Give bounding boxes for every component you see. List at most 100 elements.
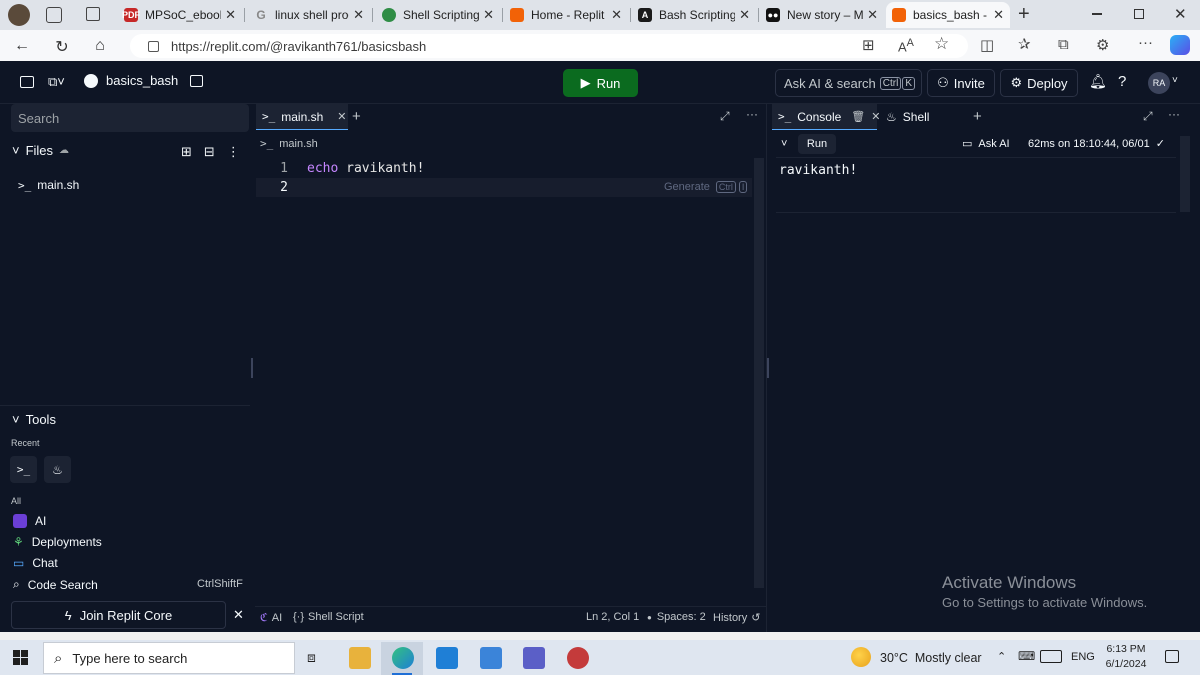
invite-button[interactable]: ⚇ Invite	[927, 69, 995, 97]
task-view-icon[interactable]: ⧈	[307, 649, 316, 666]
clock-time[interactable]: 6:13 PM	[1104, 643, 1148, 655]
favorites-icon[interactable]: ✰	[1018, 35, 1031, 53]
mail-icon[interactable]	[436, 647, 458, 669]
tools-header[interactable]: ˅ Tools	[12, 412, 56, 427]
windows-start-icon[interactable]	[13, 650, 28, 665]
status-history[interactable]: History ↺	[713, 611, 760, 625]
chevron-down-icon[interactable]: ˅	[781, 138, 787, 150]
ask-ai-search[interactable]: Ask AI & search Ctrl K	[775, 69, 922, 97]
close-icon[interactable]: ✕	[233, 607, 244, 623]
status-language[interactable]: {·} Shell Script	[293, 611, 364, 623]
clock-date[interactable]: 6/1/2024	[1100, 658, 1152, 670]
read-aloud-icon[interactable]: AA	[898, 37, 914, 54]
tab-console[interactable]: >_ Console 🗑︎ ✕	[772, 104, 880, 130]
tool-ai[interactable]: AI	[13, 514, 46, 528]
bell-icon[interactable]: 🔔︎	[1089, 73, 1107, 90]
deploy-button[interactable]: ⚙ Deploy	[1000, 69, 1078, 97]
files-header[interactable]: ˅ Files ☁	[12, 143, 69, 158]
close-icon[interactable]: ✕	[867, 7, 878, 23]
sidebar-search[interactable]: Search	[11, 104, 249, 132]
split-screen-icon[interactable]: ◫	[980, 36, 994, 54]
run-button[interactable]: ▶ Run	[563, 69, 638, 97]
edge-icon[interactable]	[392, 647, 414, 669]
new-folder-icon[interactable]: ⊟	[204, 144, 215, 160]
resize-handle[interactable]	[251, 358, 253, 378]
add-tab-icon[interactable]: +	[352, 108, 361, 125]
extensions-icon[interactable]: ⚙	[1096, 36, 1109, 54]
close-icon[interactable]: ✕	[611, 7, 622, 23]
code-line[interactable]: echo ravikanth!	[307, 161, 424, 176]
file-item-main-sh[interactable]: >_ main.sh	[18, 178, 79, 192]
back-icon[interactable]: ←	[12, 37, 32, 55]
profile-avatar[interactable]	[8, 4, 30, 26]
taskbar-search[interactable]: ⌕ Type here to search	[43, 642, 295, 674]
minimize-icon[interactable]	[1092, 13, 1102, 15]
project-title[interactable]: basics_bash	[84, 73, 204, 88]
close-icon[interactable]: ✕	[225, 7, 236, 23]
help-icon[interactable]: ?	[1118, 73, 1126, 90]
close-icon[interactable]: ✕	[739, 7, 750, 23]
console-scrollbar[interactable]	[1180, 136, 1190, 212]
tab-actions-icon[interactable]	[86, 7, 100, 21]
favorite-star-icon[interactable]: ☆	[934, 34, 949, 54]
more-icon[interactable]: ···	[746, 107, 758, 121]
join-core-button[interactable]: ϟ Join Replit Core	[11, 601, 226, 629]
resize-handle[interactable]	[767, 358, 769, 378]
browser-tab-3[interactable]: Home - Replit ✕	[504, 2, 628, 28]
expand-icon[interactable]: ⤢	[1143, 109, 1153, 124]
refresh-icon[interactable]: ↻	[52, 37, 72, 57]
workspaces-icon[interactable]	[46, 7, 62, 23]
browser-tab-6[interactable]: basics_bash - R✕	[886, 2, 1010, 28]
app-available-icon[interactable]: ⊞	[862, 36, 875, 54]
copilot-icon[interactable]	[1170, 35, 1190, 55]
tab-main-sh[interactable]: >_ main.sh ✕	[256, 104, 348, 130]
tool-deployments[interactable]: ⚘ Deployments	[13, 535, 102, 549]
file-explorer-icon[interactable]	[349, 647, 371, 669]
close-icon[interactable]: ✕	[353, 7, 364, 23]
editor-scrollbar[interactable]	[754, 158, 764, 588]
tool-code-search[interactable]: ⌕ Code Search	[13, 577, 98, 592]
close-icon[interactable]: ✕	[993, 7, 1004, 23]
kebab-menu-icon[interactable]: ⋮	[227, 144, 240, 160]
expand-icon[interactable]: ⤢	[720, 109, 730, 124]
status-position[interactable]: Ln 2, Col 1	[586, 611, 639, 623]
window-close-icon[interactable]: ✕	[1174, 5, 1187, 23]
trash-icon[interactable]: 🗑︎	[851, 110, 865, 123]
replit-logo-icon[interactable]: ⧉˅	[48, 74, 65, 90]
avatar[interactable]: RA	[1148, 72, 1170, 94]
more-icon[interactable]: ···	[1168, 107, 1180, 121]
tab-shell[interactable]: ♨ Shell	[880, 104, 960, 130]
console-run-chip[interactable]: Run	[798, 134, 836, 154]
new-file-icon[interactable]: ⊞	[181, 144, 192, 160]
status-spaces[interactable]: ● Spaces: 2	[647, 611, 706, 623]
store-icon[interactable]	[480, 647, 502, 669]
recent-console-icon[interactable]: ♨	[44, 456, 71, 483]
new-tab-icon[interactable]: +	[1018, 3, 1030, 26]
chevron-down-icon[interactable]: ˅	[1172, 75, 1178, 86]
browser-tab-1[interactable]: Glinux shell prog ✕	[248, 2, 370, 28]
add-tab-icon[interactable]: +	[973, 108, 982, 125]
chevron-up-icon[interactable]: ⌃	[997, 650, 1006, 663]
keyboard-icon[interactable]	[1040, 650, 1062, 663]
language-indicator[interactable]: ENG	[1071, 651, 1095, 663]
collections-icon[interactable]: ⧉	[1058, 36, 1069, 53]
browser-tab-2[interactable]: Shell Scripting ✕	[376, 2, 500, 28]
close-icon[interactable]: ✕	[483, 7, 494, 23]
teams-icon[interactable]	[523, 647, 545, 669]
restore-icon[interactable]	[1134, 9, 1144, 19]
weather-text[interactable]: 30°C Mostly clear	[880, 651, 982, 665]
console-ask-ai[interactable]: ▭ Ask AI	[962, 137, 1010, 151]
status-ai[interactable]: ℭ AI	[260, 611, 282, 625]
address-bar[interactable]: https://replit.com/@ravikanth761/basicsb…	[130, 34, 968, 58]
browser-tab-5[interactable]: ●● New story – Me ✕	[760, 2, 884, 28]
recent-shell-icon[interactable]: >_	[10, 456, 37, 483]
app-icon[interactable]	[567, 647, 589, 669]
home-icon[interactable]: ⌂	[90, 37, 110, 55]
browser-tab-0[interactable]: PDF MPSoC_ebook ✕	[118, 2, 242, 28]
close-icon[interactable]: ✕	[337, 110, 346, 123]
notifications-icon[interactable]	[1165, 650, 1179, 663]
tool-chat[interactable]: ▭ Chat	[13, 556, 58, 570]
browser-tab-4[interactable]: A Bash Scripting ✕	[632, 2, 756, 28]
network-icon[interactable]: ⌨	[1018, 649, 1035, 663]
repl-info-icon[interactable]	[190, 74, 204, 87]
